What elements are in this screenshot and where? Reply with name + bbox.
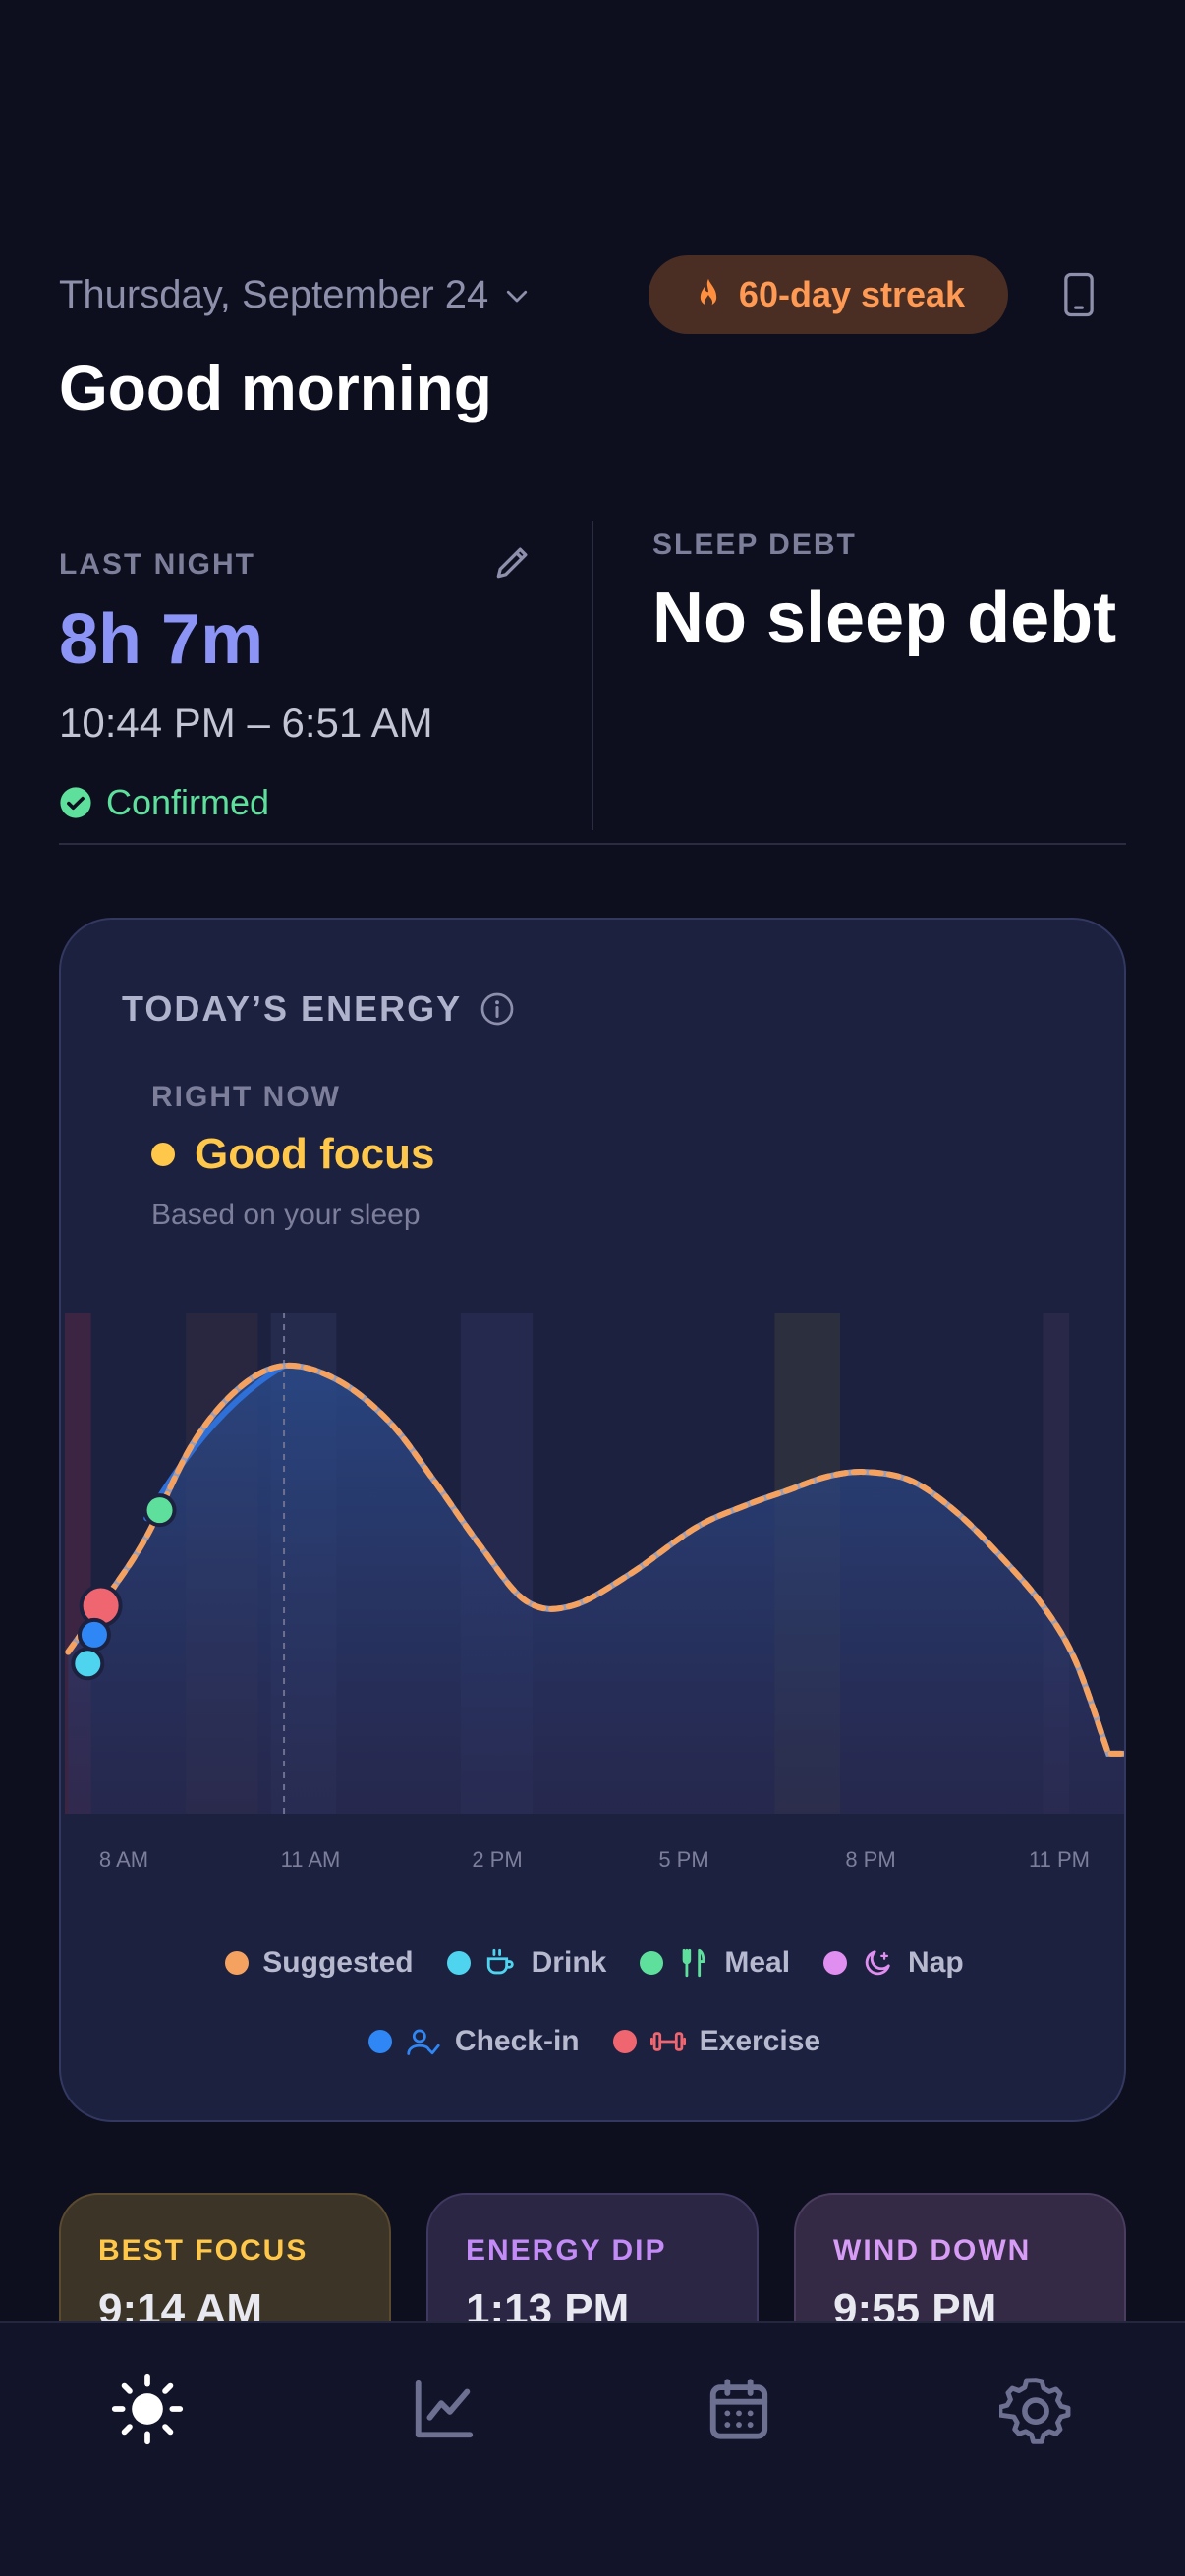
divider (59, 843, 1126, 845)
energy-chart-svg (65, 1313, 1124, 1814)
legend-drink: Drink (446, 1946, 607, 1980)
x-tick-label: 5 PM (658, 1847, 709, 1872)
marker-drink[interactable] (71, 1647, 105, 1681)
pencil-icon[interactable] (491, 540, 535, 584)
cup-icon (486, 1948, 514, 1975)
right-now-label: RIGHT NOW (151, 1081, 341, 1113)
nav-calendar[interactable] (700, 2370, 778, 2448)
gear-icon (999, 2378, 1071, 2444)
date-text: Thursday, September 24 (59, 273, 489, 316)
date-selector[interactable]: Thursday, September 24 (59, 273, 532, 317)
legend-suggested: Suggested (225, 1946, 414, 1980)
nav-settings[interactable] (996, 2370, 1075, 2448)
focus-text: Good focus (195, 1130, 435, 1178)
streak-badge[interactable]: 60-day streak (649, 255, 1008, 334)
last-night-label: LAST NIGHT (59, 548, 255, 581)
device-button[interactable] (1051, 267, 1106, 322)
energy-chart[interactable] (61, 1313, 1124, 1863)
legend-dot (446, 1951, 471, 1975)
marker-meal[interactable] (142, 1493, 177, 1528)
x-tick-label: 11 AM (280, 1847, 341, 1872)
legend-label: Check-in (454, 2025, 580, 2057)
sleep-times: 10:44 PM – 6:51 AM (59, 700, 433, 746)
fork-knife-icon (682, 1948, 705, 1978)
nav-trends[interactable] (405, 2370, 483, 2448)
card-label: BEST FOCUS (98, 2234, 309, 2267)
confirmed-label: Confirmed (106, 782, 270, 822)
legend-nap: Nap (823, 1946, 964, 1980)
divider (592, 521, 593, 830)
legend-label: Drink (531, 1946, 607, 1979)
focus-dot (151, 1143, 175, 1166)
chart-line-icon (415, 2380, 474, 2438)
energy-title-row: TODAY’S ENERGY (122, 988, 515, 1030)
focus-state: Good focus (151, 1130, 434, 1179)
calendar-icon (709, 2379, 768, 2439)
sleep-summary: LAST NIGHT 8h 7m 10:44 PM – 6:51 AM Conf… (59, 521, 1126, 845)
energy-subtitle: Based on your sleep (151, 1199, 421, 1231)
x-tick-label: 2 PM (472, 1847, 523, 1872)
sleep-debt-label: SLEEP DEBT (652, 529, 857, 561)
legend-label: Suggested (262, 1946, 414, 1979)
chart-legend: Suggested Drink Meal Nap Check-in Exerci… (61, 1935, 1124, 2093)
card-label: WIND DOWN (833, 2234, 1032, 2267)
phone-icon (1064, 272, 1094, 317)
nav-today[interactable] (108, 2370, 187, 2448)
flame-icon (700, 278, 717, 308)
header: Thursday, September 24 60-day streak Goo… (59, 253, 1126, 450)
info-icon[interactable] (480, 991, 515, 1027)
legend-dot (367, 2030, 392, 2053)
x-tick-label: 8 AM (98, 1847, 149, 1872)
sleep-duration: 8h 7m (59, 600, 264, 679)
streak-label: 60-day streak (738, 274, 966, 314)
x-tick-label: 11 PM (1029, 1847, 1090, 1872)
greeting: Good morning (59, 353, 492, 423)
legend-dot (612, 2030, 637, 2053)
chevron-down-icon (507, 290, 528, 302)
energy-card: TODAY’S ENERGY RIGHT NOW Good focus Base… (59, 918, 1126, 2122)
marker-check-in[interactable] (77, 1617, 111, 1652)
legend-dot (225, 1951, 250, 1975)
legend-dot (823, 1951, 848, 1975)
sleep-debt-value: No sleep debt (652, 579, 1117, 657)
moon-sparkle-icon (865, 1950, 890, 1976)
energy-title: TODAY’S ENERGY (122, 988, 463, 1029)
bottom-nav (0, 2321, 1185, 2576)
card-label: ENERGY DIP (466, 2234, 667, 2267)
confirmed-status: Confirmed (59, 782, 269, 823)
dumbbell-icon (649, 2032, 686, 2051)
check-circle-icon (60, 787, 91, 818)
legend-meal: Meal (640, 1946, 790, 1980)
sun-icon (111, 2373, 184, 2445)
legend-label: Meal (724, 1946, 791, 1979)
legend-exercise: Exercise (612, 2025, 821, 2058)
legend-label: Nap (908, 1946, 964, 1979)
legend-dot (640, 1951, 664, 1975)
x-axis: 8 AM 11 AM 2 PM 5 PM 8 PM 11 PM (61, 1847, 1124, 1886)
x-tick-label: 8 PM (845, 1847, 896, 1872)
legend-label: Exercise (699, 2025, 821, 2057)
legend-check-in: Check-in (367, 2025, 580, 2058)
person-check-icon (407, 2029, 440, 2055)
